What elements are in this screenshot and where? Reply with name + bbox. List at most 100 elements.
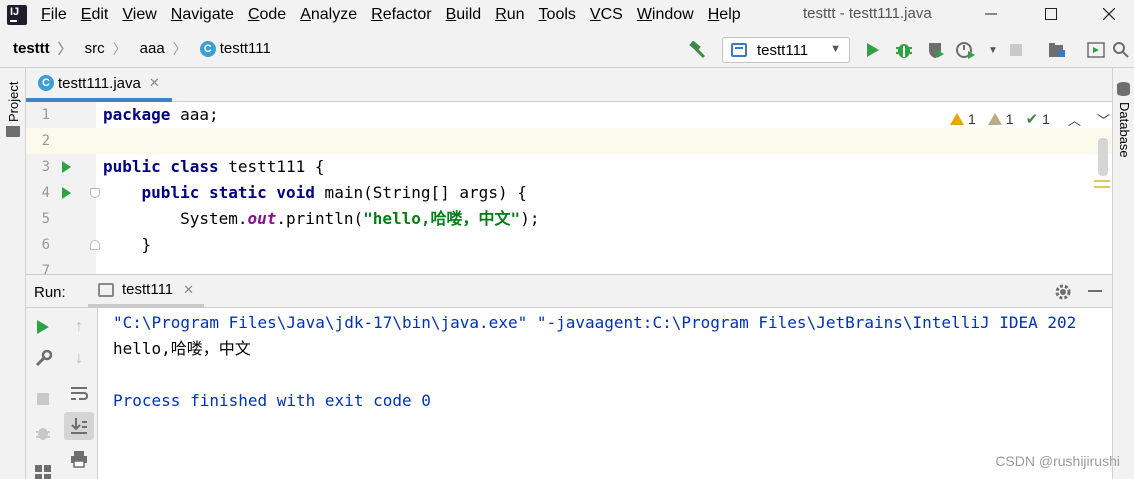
- profiler-icon: [956, 42, 975, 59]
- line-number: 6: [41, 237, 50, 253]
- code-text: public static void main(String[] args) {: [141, 183, 527, 202]
- stop-icon: [1010, 44, 1022, 56]
- profile-button[interactable]: [955, 39, 977, 61]
- minimize-button[interactable]: [968, 0, 1014, 28]
- chevron-down-icon[interactable]: ﹀: [1097, 110, 1110, 129]
- breadcrumb-class[interactable]: Ctestt111: [187, 40, 271, 57]
- menu-view[interactable]: View: [115, 0, 163, 30]
- menu-vcs[interactable]: VCS: [583, 0, 630, 30]
- editor-tab-testt111[interactable]: C testt111.java ✕: [26, 68, 172, 102]
- fold-marker-icon[interactable]: [90, 240, 100, 250]
- code-line[interactable]: 7: [26, 258, 1112, 274]
- line-number: 3: [41, 159, 50, 175]
- run-tab-label: testt111: [122, 281, 174, 298]
- warning-stripe-marker[interactable]: [1094, 180, 1110, 182]
- code-line[interactable]: 3 public class testt111 {: [26, 154, 1112, 180]
- more-run-options-button[interactable]: ▼: [982, 39, 1004, 61]
- run-anything-button[interactable]: [1085, 39, 1107, 61]
- stop-process-button[interactable]: [32, 388, 54, 410]
- stop-button[interactable]: [1005, 39, 1027, 61]
- run-config-label: testt111: [757, 41, 809, 59]
- minimize-icon: [985, 13, 997, 15]
- close-icon: [1103, 8, 1115, 20]
- soft-wrap-button[interactable]: [68, 382, 90, 404]
- code-text: package aaa;: [103, 105, 219, 124]
- line-number: 2: [41, 133, 50, 149]
- menu-build[interactable]: Build: [439, 0, 489, 30]
- code-line[interactable]: 4 public static void main(String[] args)…: [26, 180, 1112, 206]
- print-button[interactable]: [68, 448, 90, 470]
- layout-button[interactable]: [32, 460, 54, 479]
- weak-warning-icon: [987, 113, 1002, 125]
- code-text: public class testt111 {: [103, 157, 325, 176]
- folder-structure-icon: [1049, 43, 1065, 57]
- watermark: CSDN @rushijirushi: [995, 453, 1120, 469]
- database-icon: [1117, 82, 1130, 96]
- run-console[interactable]: "C:\Program Files\Java\jdk-17\bin\java.e…: [98, 308, 1112, 479]
- rerun-button[interactable]: [32, 316, 54, 338]
- camera-bug-icon: [36, 428, 50, 440]
- menu-analyze[interactable]: Analyze: [293, 0, 364, 30]
- console-line: hello,哈喽，中文: [113, 339, 251, 358]
- warning-stripe-marker[interactable]: [1094, 186, 1110, 188]
- maximize-button[interactable]: [1028, 0, 1074, 28]
- scroll-to-end-button[interactable]: [64, 412, 94, 440]
- menu-help[interactable]: Help: [701, 0, 748, 30]
- code-line[interactable]: 6 }: [26, 232, 1112, 258]
- breadcrumb-package[interactable]: aaa 〉: [127, 39, 187, 59]
- run-panel-header: Run: testt111 ✕: [26, 274, 1112, 308]
- menu-edit[interactable]: Edit: [74, 0, 116, 30]
- breadcrumb-src[interactable]: src 〉: [72, 39, 127, 59]
- folder-icon: [6, 126, 20, 137]
- run-gutter-icon[interactable]: [62, 161, 71, 173]
- play-icon: [37, 320, 49, 334]
- menu-bar: IJ File Edit View Navigate Code Analyze …: [0, 0, 1134, 30]
- run-config-icon: [98, 282, 114, 297]
- scroll-down-button[interactable]: ↓: [68, 348, 90, 370]
- run-button[interactable]: [862, 39, 884, 61]
- debug-button[interactable]: [893, 39, 915, 61]
- build-hammer-button[interactable]: [686, 39, 708, 61]
- edit-config-button[interactable]: [32, 348, 54, 370]
- hide-panel-button[interactable]: [1088, 290, 1102, 292]
- code-text: System.out.println("hello,哈喽，中文");: [103, 209, 540, 228]
- shield-icon: [929, 43, 944, 58]
- close-window-button[interactable]: [1086, 0, 1132, 28]
- scroll-up-button[interactable]: ↑: [68, 316, 90, 338]
- menu-file[interactable]: File: [34, 0, 74, 30]
- project-tool-tab[interactable]: Project: [4, 72, 22, 142]
- inspection-widget[interactable]: 1 1 ✔ 1 ︿ ﹀: [950, 108, 1110, 130]
- database-tool-tab[interactable]: Database: [1114, 80, 1134, 180]
- menu-refactor[interactable]: Refactor: [364, 0, 438, 30]
- warning-icon: [950, 113, 964, 125]
- close-tab-icon[interactable]: ✕: [149, 75, 160, 91]
- console-line: Process finished with exit code 0: [113, 391, 431, 410]
- run-gutter-icon[interactable]: [62, 187, 71, 199]
- dump-threads-button[interactable]: [32, 422, 54, 444]
- menu-tools[interactable]: Tools: [532, 0, 583, 30]
- coverage-button[interactable]: [925, 39, 947, 61]
- settings-button[interactable]: [1054, 283, 1072, 304]
- run-toolbar: ↑ ↓: [26, 308, 98, 479]
- menu-run[interactable]: Run: [488, 0, 531, 30]
- fold-marker-icon[interactable]: [90, 188, 100, 198]
- run-config-selector[interactable]: testt111 ▼: [722, 37, 850, 63]
- menu-navigate[interactable]: Navigate: [164, 0, 241, 30]
- chevron-down-icon: ▼: [988, 44, 998, 56]
- breadcrumb-project[interactable]: testtt 〉: [0, 39, 72, 59]
- code-line[interactable]: 5 System.out.println("hello,哈喽，中文");: [26, 206, 1112, 232]
- editor-scrollbar[interactable]: [1098, 138, 1108, 176]
- printer-icon: [71, 451, 87, 468]
- menu-code[interactable]: Code: [241, 0, 293, 30]
- run-tab-testt111[interactable]: testt111 ✕: [88, 275, 205, 308]
- code-text: }: [103, 235, 152, 254]
- close-tab-icon[interactable]: ✕: [183, 282, 194, 298]
- console-line: "C:\Program Files\Java\jdk-17\bin\java.e…: [113, 313, 1077, 332]
- search-button[interactable]: [1110, 39, 1132, 61]
- chevron-up-icon[interactable]: ︿: [1068, 110, 1081, 129]
- project-structure-button[interactable]: [1046, 39, 1068, 61]
- code-line[interactable]: 2: [26, 128, 1112, 154]
- line-number: 5: [41, 211, 50, 227]
- menu-window[interactable]: Window: [630, 0, 701, 30]
- java-class-icon: C: [38, 75, 54, 91]
